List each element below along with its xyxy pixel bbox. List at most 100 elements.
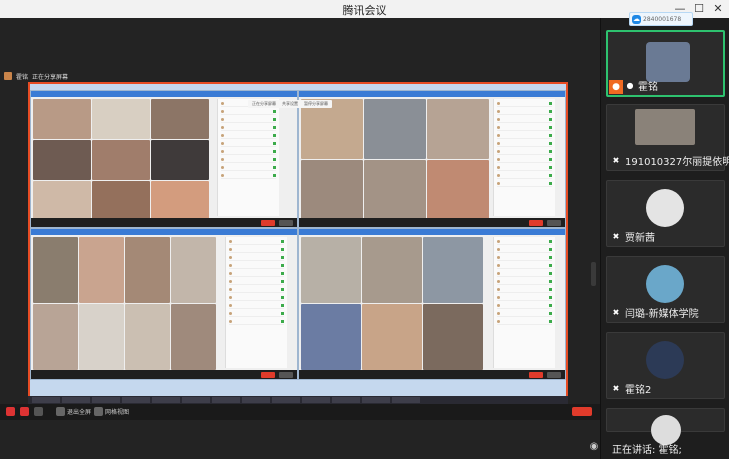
participant-name: 闫璐-新媒体学院 xyxy=(625,309,699,320)
participant-list xyxy=(217,99,279,216)
window-header xyxy=(31,229,297,235)
video-tile xyxy=(362,237,422,303)
video-tile xyxy=(125,304,170,370)
share-icon[interactable] xyxy=(34,407,43,416)
window-toolbar xyxy=(299,218,565,227)
exit-fullscreen-button[interactable]: 退出全屏 xyxy=(67,407,91,416)
video-tile xyxy=(79,304,124,370)
video-tile xyxy=(171,304,216,370)
participant-card[interactable]: ✖ 霍铭2 xyxy=(606,332,725,399)
camera-icon[interactable] xyxy=(20,407,29,416)
share-info: 霍铭 正在分享屏幕 xyxy=(4,70,68,82)
video-tile xyxy=(301,99,363,159)
shared-window-4 xyxy=(298,228,566,380)
video-tile xyxy=(362,304,422,370)
window-toolbar xyxy=(299,370,565,379)
video-tile xyxy=(427,160,489,220)
participant-card[interactable]: ✖ 贾新茜 xyxy=(606,180,725,247)
video-tile xyxy=(301,160,363,220)
meeting-id-badge[interactable]: ☁ 2840001678 xyxy=(629,12,693,26)
video-tile xyxy=(33,237,78,303)
grid-view-icon[interactable] xyxy=(94,407,103,416)
shared-window-2 xyxy=(298,90,566,228)
participant-card[interactable]: ✖ 191010327尔丽提依明 xyxy=(606,104,729,171)
shared-window-1 xyxy=(30,90,298,228)
video-tile xyxy=(364,99,426,159)
avatar xyxy=(646,265,684,303)
video-tile xyxy=(423,237,483,303)
participant-card[interactable] xyxy=(606,408,725,445)
video-tile xyxy=(33,304,78,370)
presenter-name: 霍铭 xyxy=(16,73,29,81)
meeting-toolbar: 退出全屏 网格视图 xyxy=(0,404,600,420)
shared-window-3 xyxy=(30,228,298,380)
meeting-id: 2840001678 xyxy=(643,15,682,23)
share-status: 正在分享屏幕 xyxy=(32,73,69,81)
mic-icon[interactable] xyxy=(6,407,15,416)
window-title: 腾讯会议 xyxy=(342,4,387,17)
close-icon[interactable]: ✕ xyxy=(710,1,726,17)
mic-icon: ● xyxy=(626,81,634,90)
video-tile xyxy=(33,99,91,139)
panel-resize-handle[interactable] xyxy=(591,262,596,286)
avatar xyxy=(646,189,684,227)
participant-list xyxy=(493,237,555,368)
fullscreen-button xyxy=(547,220,561,226)
mic-icon: ✖ xyxy=(612,156,620,165)
avatar xyxy=(646,42,690,82)
shared-bar-item: 暂停分享屏幕 xyxy=(304,101,328,106)
video-tile xyxy=(301,304,361,370)
participant-card[interactable]: ● ● 霍铭 xyxy=(606,30,725,97)
mic-icon: ✖ xyxy=(612,308,620,317)
video-tile xyxy=(92,99,150,139)
video-tile xyxy=(33,181,91,221)
shared-screen-bar: 正在分享屏幕 共享设置 暂停分享屏幕 xyxy=(248,100,332,108)
video-tile xyxy=(33,140,91,180)
end-button xyxy=(261,220,275,226)
window-toolbar xyxy=(31,218,297,227)
exit-fullscreen-icon[interactable] xyxy=(56,407,65,416)
window-header xyxy=(299,229,565,235)
speaking-status: 正在讲话: 霍铭; xyxy=(612,445,682,456)
fullscreen-button xyxy=(279,372,293,378)
video-tile xyxy=(151,140,209,180)
window-header xyxy=(31,91,297,97)
window-toolbar xyxy=(31,370,297,379)
shared-taskbar xyxy=(28,396,568,404)
window-header xyxy=(299,91,565,97)
end-meeting-button[interactable] xyxy=(572,407,592,416)
video-tile xyxy=(92,181,150,221)
title-bar: 腾讯会议 — ☐ ✕ xyxy=(0,0,729,18)
participant-name: 霍铭2 xyxy=(625,385,652,396)
video-grid xyxy=(301,237,483,370)
video-grid xyxy=(33,237,216,370)
avatar xyxy=(635,109,695,145)
presenter-avatar xyxy=(4,72,12,80)
mic-icon: ✖ xyxy=(612,232,620,241)
maximize-icon[interactable]: ☐ xyxy=(691,1,707,17)
user-icon: ● xyxy=(609,80,623,94)
participant-list xyxy=(225,237,287,368)
video-tile xyxy=(151,181,209,221)
video-tile xyxy=(301,237,361,303)
speaker-icon: ◉ xyxy=(589,441,599,452)
cloud-icon: ☁ xyxy=(632,14,641,24)
participant-name: 191010327尔丽提依明 xyxy=(625,157,729,168)
end-button xyxy=(529,220,543,226)
participant-name: 贾新茜 xyxy=(625,233,655,244)
video-tile xyxy=(79,237,124,303)
participant-card[interactable]: ✖ 闫璐-新媒体学院 xyxy=(606,256,725,323)
shared-bar-item: 正在分享屏幕 xyxy=(252,101,276,106)
video-tile xyxy=(427,99,489,159)
grid-view-button[interactable]: 网格视图 xyxy=(105,407,129,416)
participant-list xyxy=(493,99,555,216)
video-tile xyxy=(151,99,209,139)
video-tile xyxy=(423,304,483,370)
fullscreen-button xyxy=(547,372,561,378)
video-grid xyxy=(301,99,489,220)
video-tile xyxy=(171,237,216,303)
shared-screen xyxy=(28,82,568,404)
video-tile xyxy=(92,140,150,180)
video-grid xyxy=(33,99,209,221)
video-tile xyxy=(125,237,170,303)
